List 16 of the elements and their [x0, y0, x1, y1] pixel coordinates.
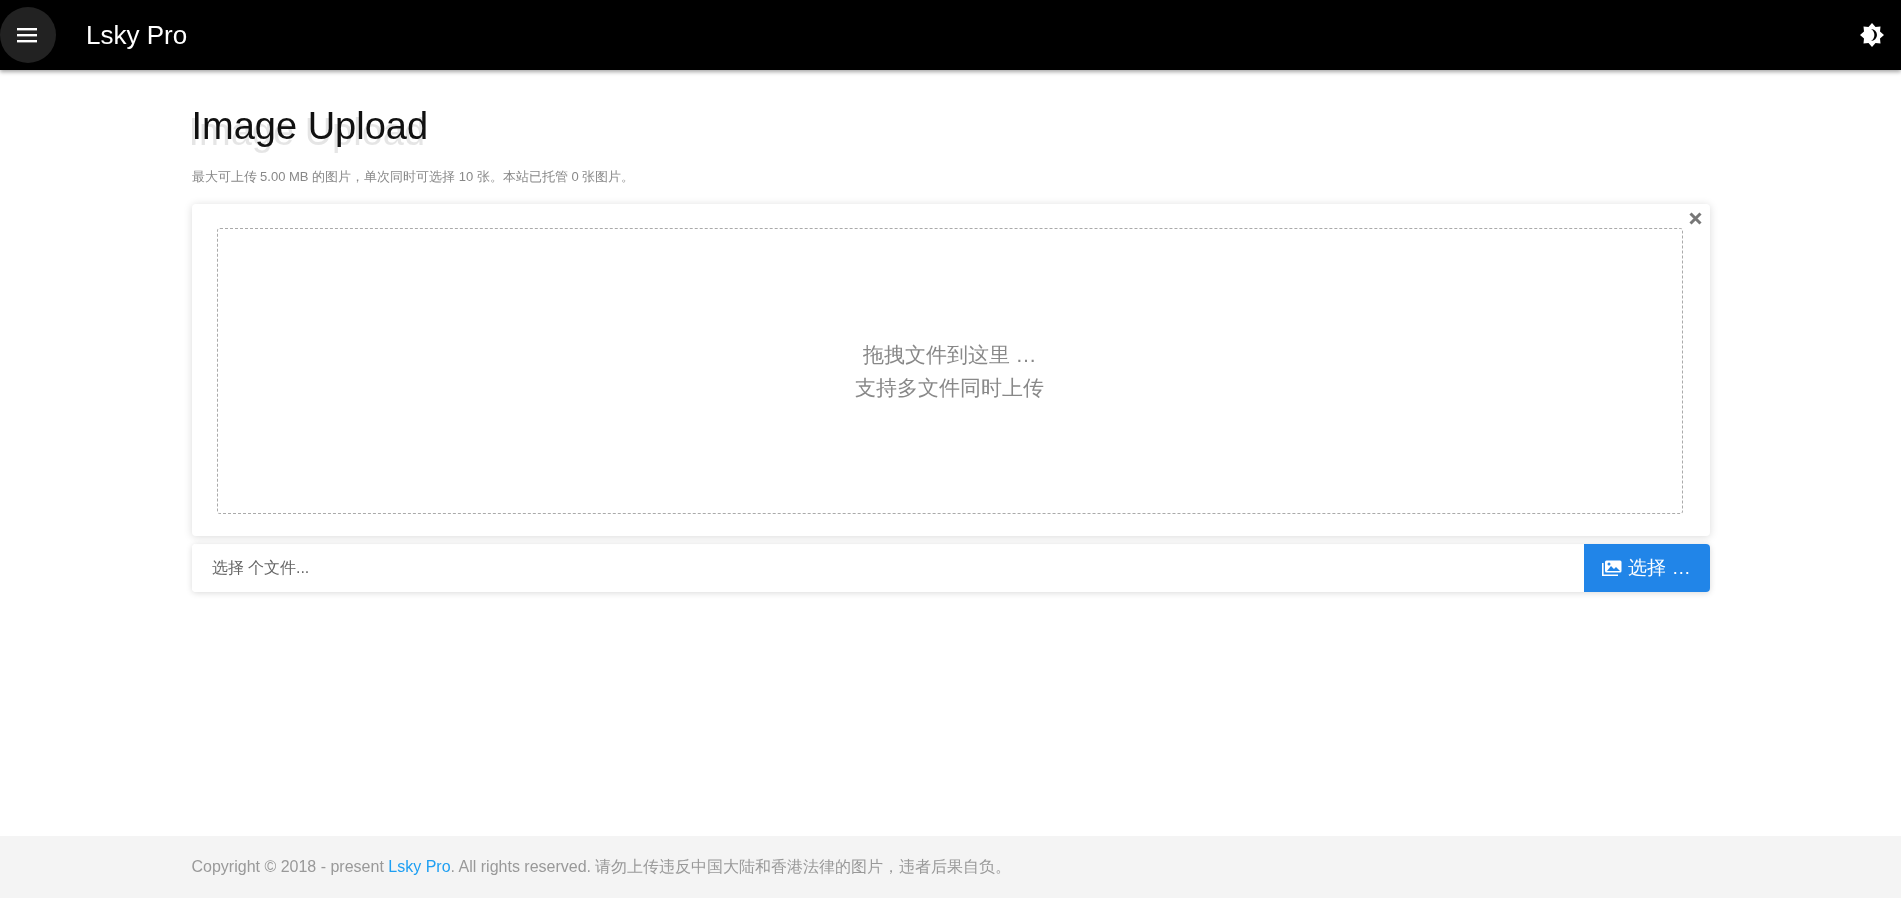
brightness-icon — [1859, 22, 1885, 48]
browse-button[interactable]: 选择 … — [1583, 543, 1710, 592]
drop-zone[interactable]: 拖拽文件到这里 … 支持多文件同时上传 — [216, 227, 1683, 514]
menu-button[interactable] — [0, 7, 56, 63]
copyright-text: Copyright © 2018 - present Lsky Pro. All rights reserved. 请勿上传违反中国大陆和香港法律的图片，违者后果自负。 — [191, 856, 1013, 877]
close-icon[interactable] — [1688, 211, 1702, 225]
theme-toggle-button[interactable] — [1859, 22, 1885, 48]
file-name-field[interactable]: 选择 个文件... — [191, 543, 1584, 592]
upload-limits-text: 最大可上传 5.00 MB 的图片，单次同时可选择 10 张。本站已托管 0 张图片。 — [191, 167, 636, 186]
drop-hint-text: 拖拽文件到这里 … — [862, 341, 1037, 368]
app-title: Lsky Pro — [86, 19, 188, 51]
images-icon — [1602, 559, 1623, 576]
menu-icon — [17, 26, 39, 44]
home-link[interactable]: Lsky Pro — [388, 857, 451, 875]
page-title: Image Upload — [191, 104, 429, 149]
drop-hint-text: 支持多文件同时上传 — [855, 374, 1044, 401]
